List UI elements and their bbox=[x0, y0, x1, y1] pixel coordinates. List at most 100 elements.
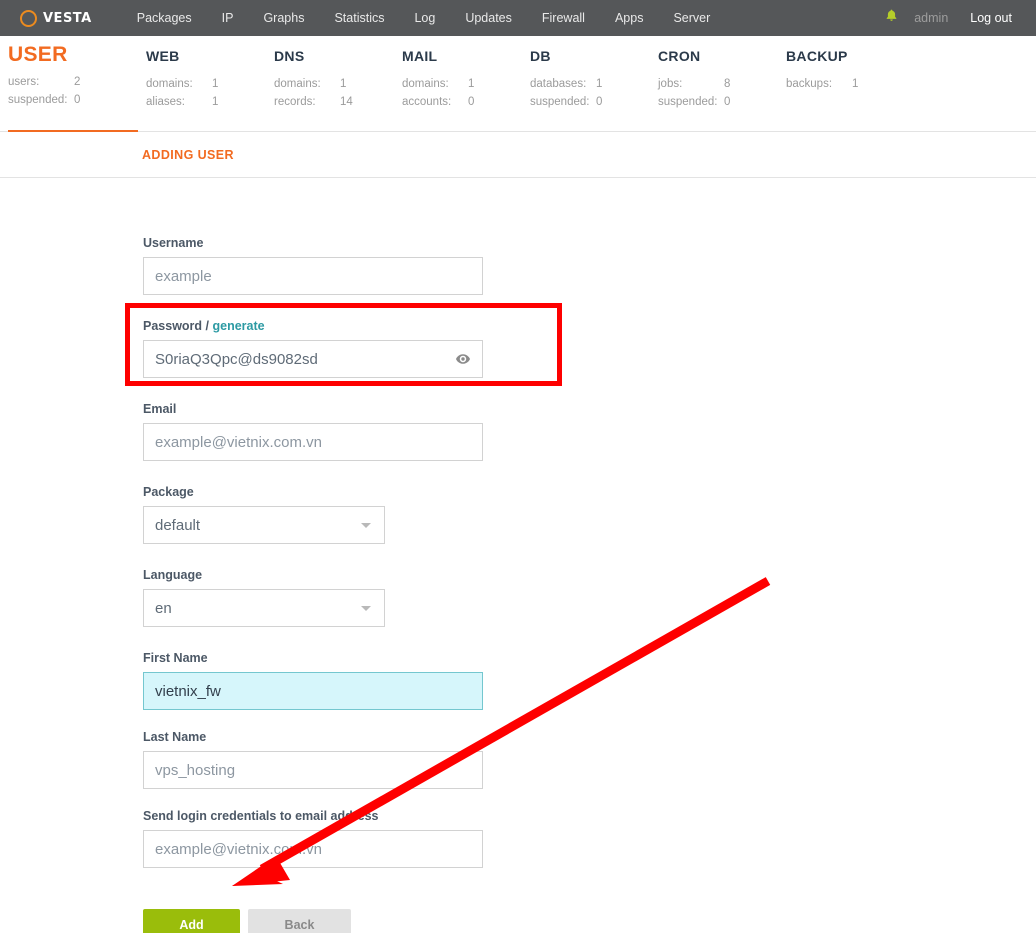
language-select[interactable]: en bbox=[143, 589, 385, 627]
username-label: Username bbox=[143, 236, 204, 250]
stat-row: suspended: 0 bbox=[8, 94, 146, 106]
stat-value: 1 bbox=[340, 78, 347, 90]
password-input[interactable] bbox=[143, 340, 483, 378]
section-header: ADDING USER bbox=[0, 132, 1036, 178]
main-nav-list: Packages IP Graphs Statistics Log Update… bbox=[122, 0, 726, 36]
stat-value: 1 bbox=[852, 78, 859, 90]
eye-icon[interactable] bbox=[455, 351, 471, 367]
stat-key: accounts: bbox=[402, 96, 452, 108]
top-navigation-bar: VESTA Packages IP Graphs Statistics Log … bbox=[0, 0, 1036, 36]
first-name-label: First Name bbox=[143, 651, 208, 665]
page-title: ADDING USER bbox=[142, 147, 234, 162]
last-name-input[interactable] bbox=[143, 751, 483, 789]
active-tab-underline bbox=[8, 130, 138, 132]
stat-key: users: bbox=[8, 76, 40, 88]
nav-item-server[interactable]: Server bbox=[658, 0, 725, 36]
email-input[interactable] bbox=[143, 423, 483, 461]
vesta-circle-icon bbox=[20, 9, 37, 27]
stat-key: domains: bbox=[146, 78, 193, 90]
field-username: Username bbox=[143, 236, 1036, 295]
nav-item-ip[interactable]: IP bbox=[207, 0, 249, 36]
stat-value: 0 bbox=[74, 94, 81, 106]
nav-item-updates[interactable]: Updates bbox=[450, 0, 527, 36]
stat-row: databases: 1 bbox=[530, 78, 658, 90]
username-input[interactable] bbox=[143, 257, 483, 295]
password-input-wrapper bbox=[143, 340, 483, 378]
stat-value: 1 bbox=[596, 78, 603, 90]
stat-group-mail[interactable]: MAIL domains: 1 accounts: 0 bbox=[402, 48, 530, 114]
resource-stats-bar: USER users: 2 suspended: 0 WEB domains: … bbox=[0, 36, 1036, 132]
stat-row: aliases: 1 bbox=[146, 96, 274, 108]
stat-title-cron: CRON bbox=[658, 48, 701, 64]
stat-group-backup[interactable]: BACKUP backups: 1 bbox=[786, 48, 914, 114]
stat-row: suspended: 0 bbox=[658, 96, 786, 108]
stat-key: records: bbox=[274, 96, 316, 108]
field-email: Email bbox=[143, 402, 1036, 461]
stat-key: jobs: bbox=[658, 78, 683, 90]
stat-row: backups: 1 bbox=[786, 78, 914, 90]
field-package: Package default bbox=[143, 485, 1036, 544]
stat-row: accounts: 0 bbox=[402, 96, 530, 108]
form-actions: Add Back bbox=[143, 909, 1036, 933]
stat-title-dns: DNS bbox=[274, 48, 305, 64]
stat-key: backups: bbox=[786, 78, 833, 90]
logout-link[interactable]: Log out bbox=[960, 0, 1022, 36]
stat-value: 0 bbox=[468, 96, 475, 108]
first-name-input[interactable] bbox=[143, 672, 483, 710]
package-select[interactable]: default bbox=[143, 506, 385, 544]
add-button[interactable]: Add bbox=[143, 909, 240, 933]
stat-group-dns[interactable]: DNS domains: 1 records: 14 bbox=[274, 48, 402, 114]
notification-bell-icon[interactable] bbox=[880, 0, 902, 36]
stat-value: 0 bbox=[596, 96, 603, 108]
vesta-control-panel-page: VESTA Packages IP Graphs Statistics Log … bbox=[0, 0, 1036, 933]
current-user-label[interactable]: admin bbox=[902, 0, 960, 36]
stat-row: domains: 1 bbox=[402, 78, 530, 90]
back-button[interactable]: Back bbox=[248, 909, 351, 933]
nav-item-firewall[interactable]: Firewall bbox=[527, 0, 600, 36]
stat-key: domains: bbox=[402, 78, 449, 90]
language-select-wrapper: en bbox=[143, 589, 385, 627]
nav-item-packages[interactable]: Packages bbox=[122, 0, 207, 36]
stat-group-db[interactable]: DB databases: 1 suspended: 0 bbox=[530, 48, 658, 114]
stat-title-web: WEB bbox=[146, 48, 180, 64]
stat-title-user: USER bbox=[8, 43, 68, 66]
stat-row: jobs: 8 bbox=[658, 78, 786, 90]
nav-item-statistics[interactable]: Statistics bbox=[319, 0, 399, 36]
stat-key: databases: bbox=[530, 78, 587, 90]
stat-value: 1 bbox=[468, 78, 475, 90]
package-label: Package bbox=[143, 485, 194, 499]
stat-group-user[interactable]: USER users: 2 suspended: 0 bbox=[8, 43, 146, 114]
nav-item-log[interactable]: Log bbox=[399, 0, 450, 36]
stat-key: suspended: bbox=[530, 96, 590, 108]
stat-value: 1 bbox=[212, 78, 219, 90]
stat-group-web[interactable]: WEB domains: 1 aliases: 1 bbox=[146, 48, 274, 114]
stat-value: 14 bbox=[340, 96, 353, 108]
stat-row: users: 2 bbox=[8, 76, 146, 88]
vesta-logo-text: VESTA bbox=[43, 10, 92, 26]
password-label: Password / generate bbox=[143, 319, 1036, 333]
nav-item-graphs[interactable]: Graphs bbox=[248, 0, 319, 36]
password-label-text: Password / bbox=[143, 319, 209, 333]
stat-row: suspended: 0 bbox=[530, 96, 658, 108]
stat-row: domains: 1 bbox=[146, 78, 274, 90]
stat-group-cron[interactable]: CRON jobs: 8 suspended: 0 bbox=[658, 48, 786, 114]
stat-key: suspended: bbox=[8, 94, 68, 106]
topbar-right-group: admin Log out bbox=[880, 0, 1022, 36]
nav-item-apps[interactable]: Apps bbox=[600, 0, 659, 36]
field-last-name: Last Name bbox=[143, 730, 1036, 789]
send-credentials-input[interactable] bbox=[143, 830, 483, 868]
generate-password-link[interactable]: generate bbox=[212, 319, 264, 333]
field-send-credentials: Send login credentials to email address bbox=[143, 809, 1036, 868]
field-language: Language en bbox=[143, 568, 1036, 627]
stat-key: aliases: bbox=[146, 96, 185, 108]
stat-value: 8 bbox=[724, 78, 731, 90]
package-select-wrapper: default bbox=[143, 506, 385, 544]
stat-row: domains: 1 bbox=[274, 78, 402, 90]
field-first-name: First Name bbox=[143, 651, 1036, 710]
stat-value: 2 bbox=[74, 76, 81, 88]
vesta-logo[interactable]: VESTA bbox=[20, 9, 92, 27]
stat-title-backup: BACKUP bbox=[786, 48, 848, 64]
add-user-form: Username Password / generate Email bbox=[0, 178, 1036, 933]
stat-key: suspended: bbox=[658, 96, 718, 108]
language-label: Language bbox=[143, 568, 203, 582]
